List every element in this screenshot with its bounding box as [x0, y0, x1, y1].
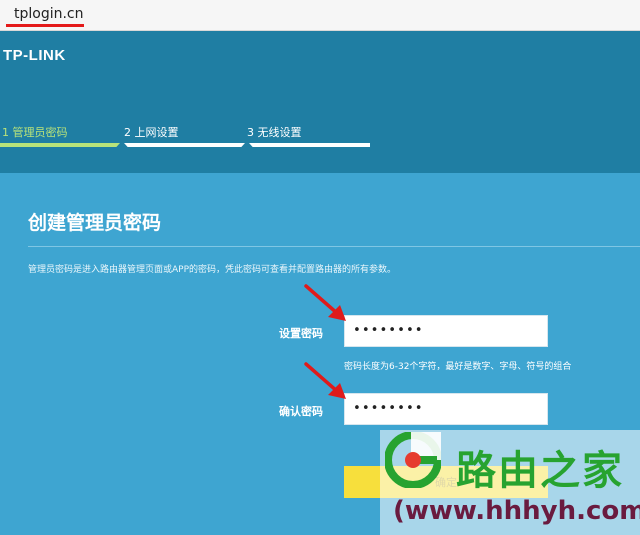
address-underline-mark	[6, 24, 84, 27]
confirm-password-field[interactable]: ••••••••	[344, 393, 548, 425]
watermark-name: 路由之家	[456, 448, 624, 494]
step-1-progress-bar	[0, 143, 120, 147]
step-1-admin-password: 1 管理员密码	[2, 126, 68, 139]
password-field[interactable]: ••••••••	[344, 315, 548, 347]
luyouzhijia-logo-icon	[385, 432, 441, 488]
step-2-progress-bar	[124, 143, 245, 147]
red-arrow-icon	[304, 362, 346, 399]
step-2-internet-setup: 2 上网设置	[124, 126, 179, 139]
watermark-url: (www.hhhyh.com)	[393, 496, 640, 526]
red-arrow-icon	[304, 284, 346, 321]
tplink-logo: TP-LINK	[3, 47, 66, 64]
password-hint: 密码长度为6-32个字符，最好是数字、字母、符号的组合	[344, 362, 572, 372]
address-text[interactable]: tplogin.cn	[14, 6, 84, 22]
page-title: 创建管理员密码	[28, 212, 162, 234]
step-3-progress-bar	[249, 143, 370, 147]
header	[0, 31, 640, 173]
page-description: 管理员密码是进入路由器管理页面或APP的密码，凭此密码可查看并配置路由器的所有参…	[28, 265, 397, 275]
browser-address-bar[interactable]: tplogin.cn	[0, 0, 640, 31]
step-3-wireless-setup: 3 无线设置	[247, 126, 302, 139]
password-label: 设置密码	[279, 327, 323, 340]
title-divider	[28, 246, 640, 247]
confirm-password-label: 确认密码	[279, 405, 323, 418]
